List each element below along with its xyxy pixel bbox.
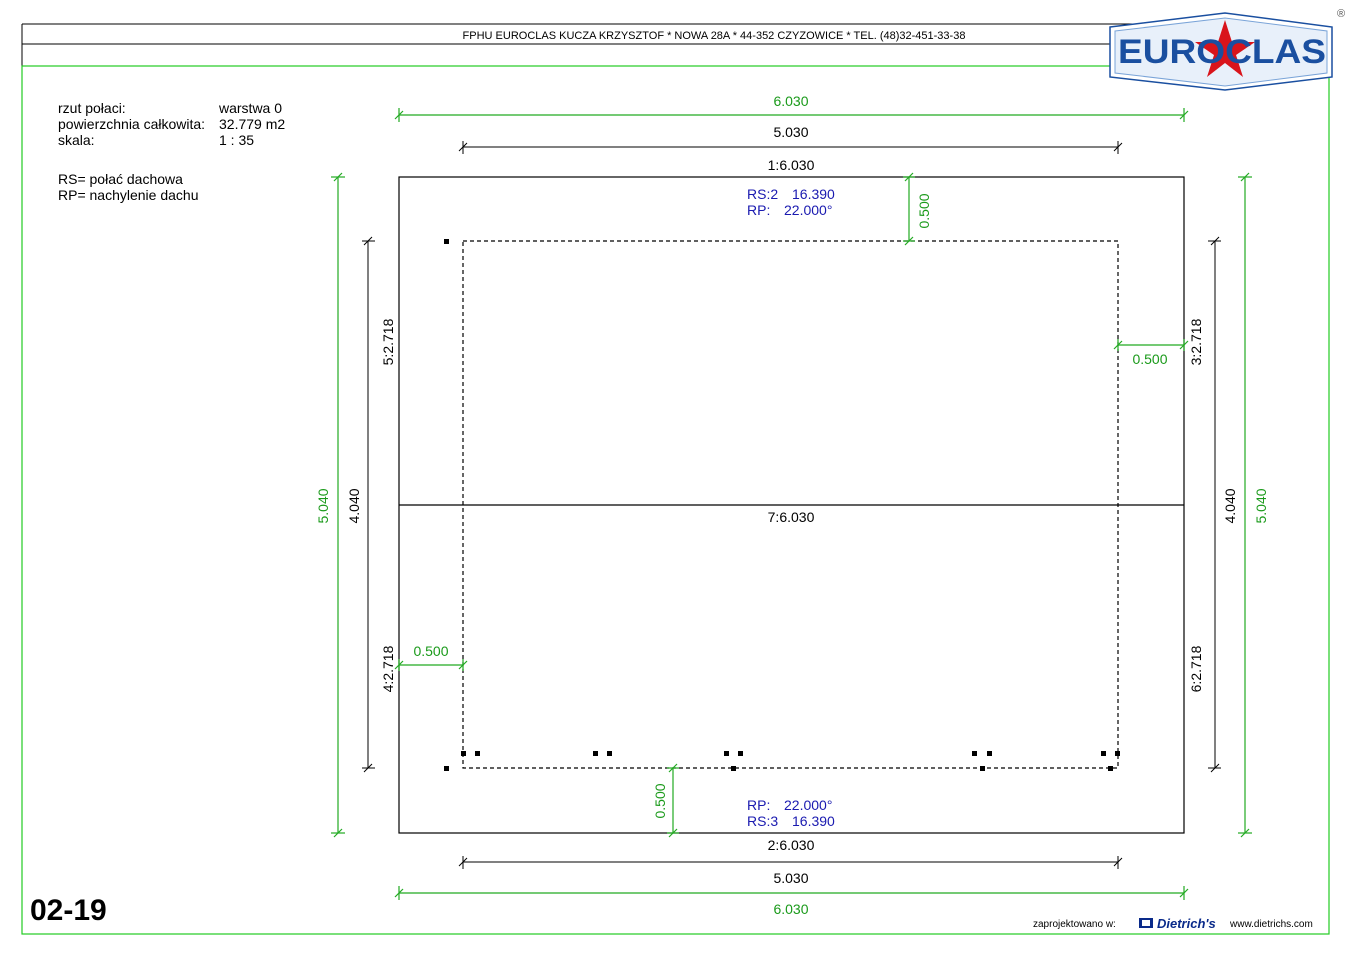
designed-in-label: zaprojektowano w: — [1033, 919, 1116, 930]
slope-top-rp: RP: — [747, 202, 770, 218]
slope-bottom-annotation: RP: 22.000° RS:3 16.390 — [747, 797, 835, 829]
dim-right-outer: 5.040 — [1253, 488, 1269, 523]
dim-edge-top: 1:6.030 — [768, 157, 815, 173]
roof-plan-sheet: FPHU EUROCLAS KUCZA KRZYSZTOF * NOWA 28A… — [21, 8, 1345, 935]
dim-edge-left-bottom: 4:2.718 — [380, 645, 396, 692]
slope-top-annotation: RS:2 16.390 RP: 22.000° — [747, 186, 835, 218]
dietrichs-logo-icon — [1139, 918, 1153, 928]
slope-bottom-rp: RP: — [747, 797, 770, 813]
dim-left-inner: 4.040 — [346, 488, 362, 523]
info-value-layer: warstwa 0 — [218, 100, 282, 116]
slope-top-rs: RS:2 — [747, 186, 778, 202]
info-label-view: rzut połaci: — [58, 100, 126, 116]
drawing-code: 02-19 — [30, 894, 107, 927]
dim-overhang-top: 0.500 — [916, 193, 932, 228]
dim-overhang-bottom: 0.500 — [652, 783, 668, 818]
dietrichs-website: www.dietrichs.com — [1229, 919, 1313, 930]
registered-mark: ® — [1337, 8, 1345, 20]
info-value-scale: 1 : 35 — [219, 132, 254, 148]
dim-edge-bottom: 2:6.030 — [768, 837, 815, 853]
slope-bottom-rp-value: 22.000° — [784, 797, 832, 813]
dim-edge-right-bottom: 6:2.718 — [1188, 645, 1204, 692]
dim-top-outer: 6.030 — [773, 93, 808, 109]
slope-top-rp-value: 22.000° — [784, 202, 832, 218]
dim-bottom-inner: 5.030 — [773, 870, 808, 886]
dim-bottom-outer: 6.030 — [773, 901, 808, 917]
logo-text: EUROCLAS — [1118, 33, 1326, 71]
slope-bottom-rs: RS:3 — [747, 813, 778, 829]
dim-top-inner: 5.030 — [773, 124, 808, 140]
dim-edge-left-top: 5:2.718 — [380, 318, 396, 365]
roof-outline — [398, 176, 1185, 834]
dietrichs-software-name: Dietrich's — [1157, 916, 1216, 931]
sheet-frame — [21, 23, 1330, 935]
dim-overhang-left: 0.500 — [413, 643, 448, 659]
company-header: FPHU EUROCLAS KUCZA KRZYSZTOF * NOWA 28A… — [463, 30, 966, 42]
dim-edge-right-top: 3:2.718 — [1188, 318, 1204, 365]
dim-right-inner: 4.040 — [1222, 488, 1238, 523]
green-dimensions — [331, 108, 1252, 900]
dim-ridge: 7:6.030 — [768, 509, 815, 525]
info-block: rzut połaci: warstwa 0 powierzchnia całk… — [58, 100, 285, 203]
slope-bottom-rs-value: 16.390 — [792, 813, 835, 829]
info-label-scale: skala: — [58, 132, 95, 148]
euroclas-logo: EUROCLAS — [1109, 12, 1333, 91]
legend-rs: RS= połać dachowa — [58, 171, 183, 187]
legend-rp: RP= nachylenie dachu — [58, 187, 199, 203]
dim-left-outer: 5.040 — [315, 488, 331, 523]
dim-overhang-right: 0.500 — [1132, 351, 1167, 367]
info-value-area: 32.779 m2 — [219, 116, 285, 132]
info-label-area: powierzchnia całkowita: — [58, 116, 205, 132]
slope-top-rs-value: 16.390 — [792, 186, 835, 202]
